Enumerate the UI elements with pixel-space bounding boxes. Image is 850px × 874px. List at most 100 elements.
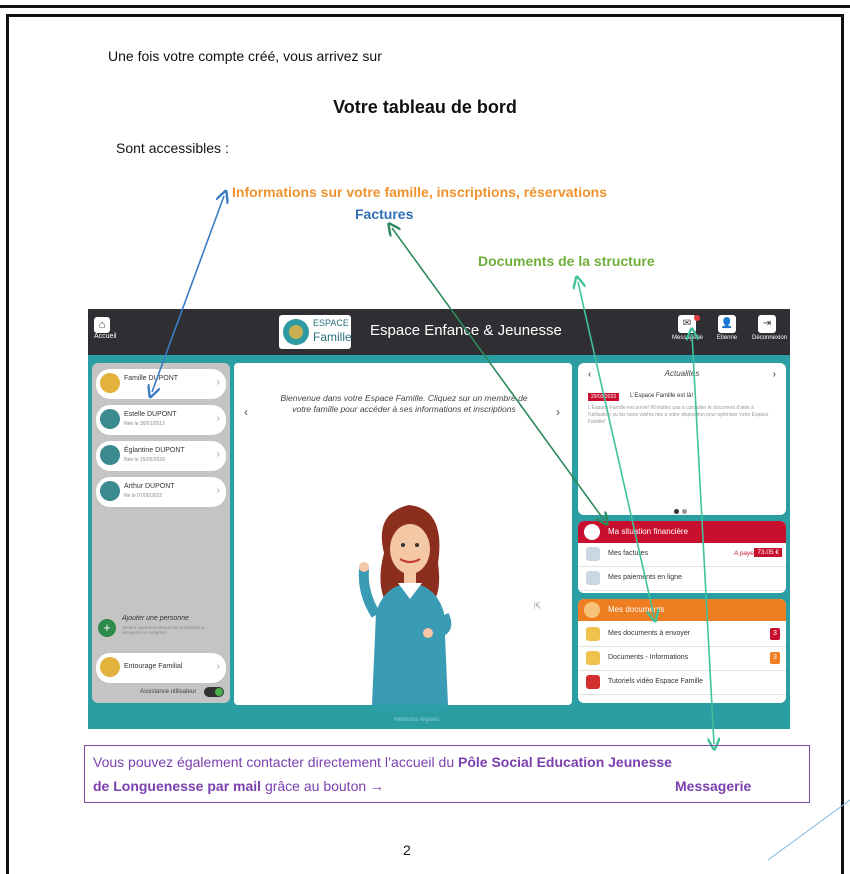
messagerie-button[interactable]: ✉ Messagerie — [672, 315, 704, 351]
add-person-label: Ajouter une personne — [122, 615, 189, 622]
member-birth: Né le 07/09/2022 — [124, 493, 163, 499]
member-birth: Née le 15/05/2020 — [124, 457, 165, 463]
chevron-right-icon: › — [216, 485, 220, 496]
logo-line1: ESPACE — [313, 318, 349, 328]
documents-header-label: Mes documents — [608, 605, 665, 614]
page-top-border — [0, 0, 850, 8]
profile-label: Etienne — [716, 335, 738, 341]
note-bold-mail: de Longuenesse par mail — [93, 778, 262, 794]
add-person-sub: (enfant, parent et personnes autorisées … — [122, 625, 205, 635]
member-name: Arthur DUPONT — [124, 483, 175, 490]
profile-button[interactable]: 👤 Etienne — [712, 315, 742, 351]
documents-card: Mes documents Mes documents à envoyer 3 … — [578, 599, 786, 703]
tutoriels-row[interactable]: Tutoriels vidéo Espace Famille — [578, 671, 786, 695]
user-icon: 👤 — [718, 315, 736, 333]
mentions-legales-link[interactable]: Mentions légales — [394, 717, 439, 723]
app-header: ⌂ Accueil ESPACE Famille Espace Enfance … — [88, 309, 790, 355]
avatar — [100, 481, 120, 501]
paiements-row[interactable]: Mes paiements en ligne — [578, 567, 786, 591]
avatar — [100, 445, 120, 465]
next-arrow-icon[interactable]: › — [556, 405, 560, 419]
finance-header-label: Ma situation financière — [608, 527, 689, 536]
note-text: grâce au bouton → — [261, 778, 385, 794]
member-name: Estelle DUPONT — [124, 411, 177, 418]
member-name: Églantine DUPONT — [124, 447, 185, 454]
intro-text: Une fois votre compte créé, vous arrivez… — [108, 48, 382, 64]
finance-card: Ma situation financière Mes factures A p… — [578, 521, 786, 593]
label-factures: Factures — [355, 206, 414, 222]
chevron-right-icon: › — [216, 413, 220, 424]
documents-header: Mes documents — [578, 599, 786, 621]
family-avatar — [100, 373, 120, 393]
page-title: Votre tableau de bord — [333, 97, 517, 117]
home-label: Accueil — [94, 333, 117, 340]
family-members-panel: Famille DUPONT › Estelle DUPONT Née le 3… — [92, 363, 230, 703]
messagerie-label: Messagerie — [672, 335, 704, 341]
contact-note: Vous pouvez également contacter directem… — [84, 745, 810, 803]
prev-arrow-icon[interactable]: ‹ — [244, 405, 248, 419]
logo-line2: Famille — [313, 330, 352, 344]
amount-badge: 73.05 € — [754, 548, 782, 557]
entourage-label: Entourage Familial — [124, 663, 183, 670]
docs-informations-row[interactable]: Documents - Informations 3 — [578, 647, 786, 671]
chevron-right-icon: › — [216, 377, 220, 388]
tutoriels-label: Tutoriels vidéo Espace Famille — [608, 678, 704, 685]
factures-row[interactable]: Mes factures A payer 73.05 € — [578, 543, 786, 567]
family-avatar — [100, 657, 120, 677]
cursor-icon: ⇱ — [534, 601, 542, 611]
invoice-icon — [586, 547, 600, 561]
note-text: Vous pouvez également contacter directem… — [93, 754, 458, 770]
member-arthur[interactable]: Arthur DUPONT Né le 07/09/2022 › — [96, 477, 226, 507]
assistance-toggle[interactable] — [204, 687, 224, 697]
docs-envoyer-count: 3 — [770, 628, 780, 640]
carousel-dots[interactable] — [674, 501, 694, 514]
accessible-text: Sont accessibles : — [116, 140, 229, 156]
note-line2: de Longuenesse par mail grâce au bouton … — [93, 778, 384, 794]
home-icon: ⌂ — [94, 317, 110, 333]
logo-icon — [283, 319, 309, 345]
member-eglantine[interactable]: Églantine DUPONT Née le 15/05/2020 › — [96, 441, 226, 471]
member-estelle[interactable]: Estelle DUPONT Née le 30/01/2012 › — [96, 405, 226, 435]
news-card: ‹ Actualités › 29/03/2023 L’Espace Famil… — [578, 363, 786, 515]
logout-button[interactable]: ⇥ Déconnexion — [752, 315, 787, 351]
page-number: 2 — [403, 842, 411, 858]
espace-famille-logo: ESPACE Famille — [279, 315, 352, 349]
logout-icon: ⇥ — [758, 315, 776, 333]
note-line1: Vous pouvez également contacter directem… — [93, 754, 672, 770]
paiements-label: Mes paiements en ligne — [608, 574, 682, 581]
label-family-info: Informations sur votre famille, inscript… — [232, 184, 607, 200]
note-messagerie: Messagerie — [675, 778, 752, 794]
member-famille[interactable]: Famille DUPONT › — [96, 369, 226, 399]
finance-header: Ma situation financière — [578, 521, 786, 543]
note-bold-pole: Pôle Social Education Jeunesse — [458, 754, 672, 770]
docs-informations-count: 3 — [770, 652, 780, 664]
payment-icon — [586, 571, 600, 585]
docs-informations-label: Documents - Informations — [608, 654, 689, 661]
chevron-right-icon: › — [216, 449, 220, 460]
news-text: L’Espace Famille est arrivé! N’hésitez p… — [588, 405, 769, 425]
news-next-icon[interactable]: › — [773, 369, 776, 380]
news-header: Actualités — [664, 369, 700, 378]
euro-icon — [584, 524, 600, 540]
assistance-label: Assistance utilisateur — [140, 689, 197, 695]
app-title: Espace Enfance & Jeunesse — [370, 322, 562, 339]
member-name: Famille DUPONT — [124, 375, 179, 382]
member-birth: Née le 30/01/2012 — [124, 421, 165, 427]
plus-icon: + — [98, 619, 116, 637]
a-payer-label: A payer — [733, 550, 756, 557]
video-icon — [586, 675, 600, 689]
entourage-button[interactable]: Entourage Familial › — [96, 653, 226, 683]
app-screenshot: ⌂ Accueil ESPACE Famille Espace Enfance … — [88, 309, 790, 729]
news-date: 29/03/2023 — [588, 393, 620, 401]
document-info-icon — [586, 651, 600, 665]
add-person-button[interactable]: + Ajouter une personne (enfant, parent e… — [96, 613, 226, 647]
docs-envoyer-row[interactable]: Mes documents à envoyer 3 — [578, 623, 786, 647]
chevron-right-icon: › — [216, 661, 220, 672]
logout-label: Déconnexion — [752, 335, 788, 341]
welcome-panel: ‹ Bienvenue dans votre Espace Famille. C… — [234, 363, 572, 705]
home-button[interactable]: ⌂ Accueil — [94, 317, 117, 345]
document-upload-icon — [586, 627, 600, 641]
label-documents: Documents de la structure — [478, 253, 655, 269]
illustration-woman — [358, 505, 452, 705]
factures-label: Mes factures — [608, 550, 649, 557]
